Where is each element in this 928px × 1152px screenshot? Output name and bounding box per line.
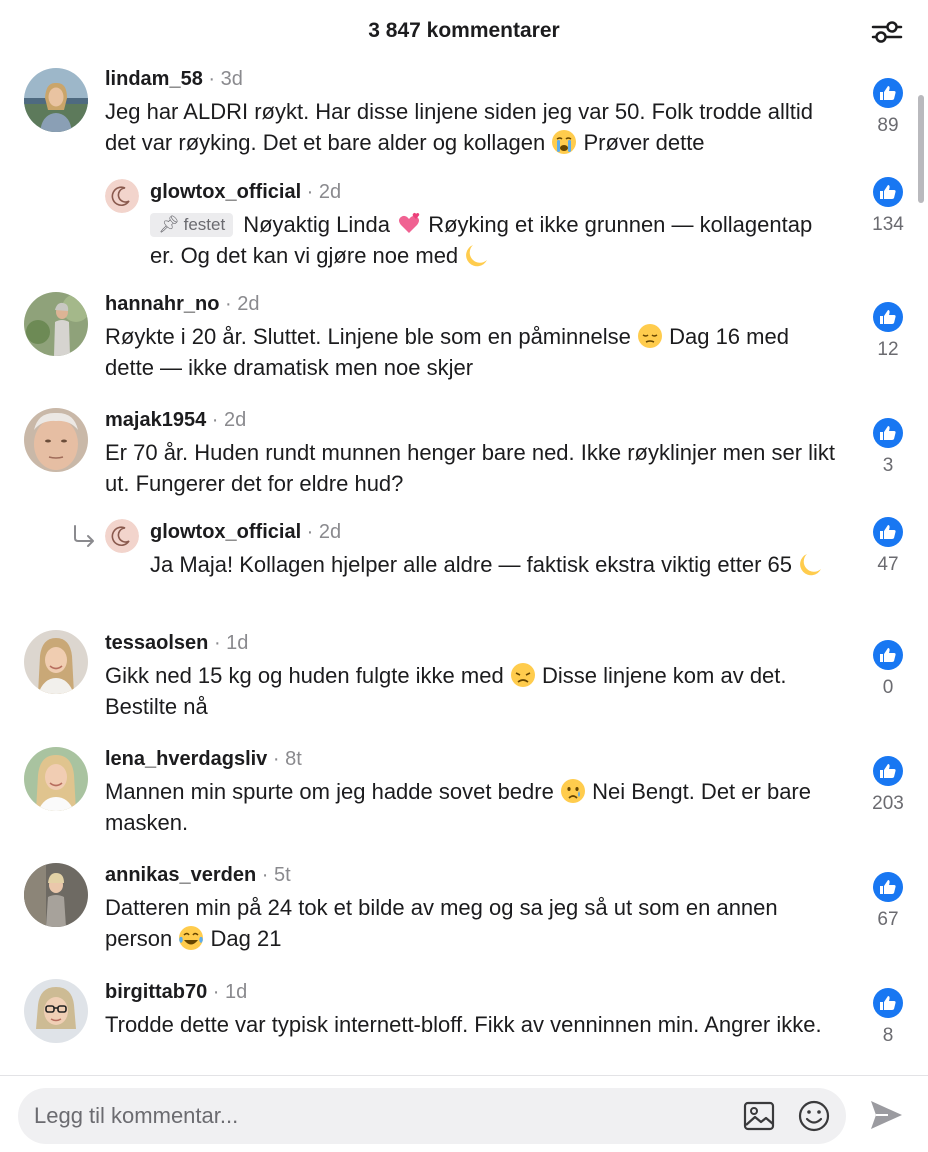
timestamp: 2d <box>318 521 342 543</box>
tears-of-joy-icon <box>179 926 204 950</box>
like-button[interactable]: 8 <box>872 988 904 1047</box>
like-button[interactable]: 203 <box>872 756 904 815</box>
crying-face-icon <box>552 130 577 154</box>
comments-count-title: 3 847 kommentarer <box>368 19 560 42</box>
timestamp: 1d <box>226 632 249 654</box>
avatar[interactable] <box>24 747 88 811</box>
timestamp: 5t <box>273 864 291 886</box>
comment-text: Trodde dette var typisk internett-bloff.… <box>105 1012 822 1037</box>
avatar[interactable] <box>24 292 88 356</box>
crescent-moon-icon <box>800 554 822 576</box>
username[interactable]: birgittab70 <box>105 981 207 1003</box>
comments-header: 3 847 kommentarer <box>0 0 928 62</box>
comment-input[interactable] <box>34 1088 734 1144</box>
thumbs-up-icon <box>880 880 896 894</box>
thumbs-up-icon <box>880 185 896 199</box>
timestamp: 2d <box>223 409 247 431</box>
comment-text: Røykte i 20 år. Sluttet. Linjene ble som… <box>105 324 789 380</box>
username[interactable]: glowtox_official <box>150 181 301 203</box>
like-count: 3 <box>882 455 894 476</box>
smiley-icon[interactable] <box>797 1099 831 1133</box>
thumbs-up-icon <box>880 996 896 1010</box>
like-count: 47 <box>877 554 899 575</box>
brand-avatar[interactable] <box>105 519 139 553</box>
like-count: 203 <box>872 793 904 814</box>
sliders-icon[interactable] <box>870 18 904 46</box>
thumbs-up-icon <box>880 648 896 662</box>
thumbs-up-icon <box>880 310 896 324</box>
thumbs-up-icon <box>880 426 896 440</box>
thumbs-up-icon <box>880 86 896 100</box>
timestamp: 8t <box>285 748 302 770</box>
comment-body: glowtox_official · 2d 📌︎ festet Nøyaktig L… <box>150 179 838 271</box>
timestamp: 2d <box>318 181 342 203</box>
like-count: 0 <box>882 677 894 698</box>
username[interactable]: lindam_58 <box>105 68 203 90</box>
composer-divider <box>0 1075 928 1076</box>
comment-body: tessaolsen · 1d Gikk ned 15 kg og huden … <box>105 630 838 722</box>
comment-text: 📌︎ festet Nøyaktig Linda Røyking et ikke g… <box>150 212 813 268</box>
like-count: 89 <box>877 115 899 136</box>
pinned-badge: 📌︎ festet <box>150 213 234 237</box>
avatar[interactable] <box>24 863 88 927</box>
thumbs-up-icon <box>880 764 896 778</box>
send-icon[interactable] <box>868 1098 904 1132</box>
crescent-moon-icon <box>466 245 488 267</box>
like-button[interactable]: 134 <box>872 177 904 236</box>
comment-text: Ja Maja! Kollagen hjelper alle aldre — f… <box>150 549 838 580</box>
comment-text: Jeg har ALDRI røykt. Har disse linjene s… <box>105 99 813 155</box>
avatar[interactable] <box>24 979 88 1043</box>
image-icon[interactable] <box>742 1100 776 1132</box>
avatar[interactable] <box>24 630 88 694</box>
reply-arrow-icon <box>70 523 98 549</box>
avatar[interactable] <box>24 68 88 132</box>
like-button[interactable]: 47 <box>872 517 904 576</box>
like-count: 8 <box>882 1025 894 1046</box>
disappointed-face-icon <box>510 663 535 687</box>
comment-body: lena_hverdagsliv · 8t Mannen min spurte … <box>105 746 838 838</box>
comment-composer <box>18 1088 846 1144</box>
username[interactable]: annikas_verden <box>105 864 256 886</box>
like-button[interactable]: 0 <box>872 640 904 699</box>
username[interactable]: glowtox_official <box>150 521 301 543</box>
username[interactable]: tessaolsen <box>105 632 208 654</box>
timestamp: 3d <box>220 68 243 90</box>
comment-text: Er 70 år. Huden rundt munnen henger bare… <box>105 440 836 496</box>
comment-body: hannahr_no · 2d Røykte i 20 år. Sluttet.… <box>105 291 838 383</box>
scrollbar[interactable] <box>918 95 924 203</box>
thumbs-up-icon <box>880 525 896 539</box>
like-button[interactable]: 89 <box>872 78 904 137</box>
comment-body: birgittab70 · 1d Trodde dette var typisk… <box>105 979 838 1040</box>
comment-body: glowtox_official · 2d Ja Maja! Kollagen … <box>150 519 838 580</box>
timestamp: 1d <box>225 981 248 1003</box>
comment-body: lindam_58 · 3d Jeg har ALDRI røykt. Har … <box>105 66 838 158</box>
username[interactable]: lena_hverdagsliv <box>105 748 267 770</box>
pensive-face-icon <box>637 324 662 348</box>
timestamp: 2d <box>237 293 260 315</box>
comment-text: Gikk ned 15 kg og huden fulgte ikke med … <box>105 663 787 719</box>
comment-body: majak1954 · 2d Er 70 år. Huden rundt mun… <box>105 407 838 499</box>
avatar[interactable] <box>24 408 88 472</box>
crying-tear-face-icon <box>560 779 585 803</box>
comment-text: Mannen min spurte om jeg hadde sovet bed… <box>105 779 811 835</box>
like-count: 12 <box>877 339 899 360</box>
comment-text: Datteren min på 24 tok et bilde av meg o… <box>105 895 778 951</box>
like-button[interactable]: 3 <box>872 418 904 477</box>
two-hearts-icon <box>399 212 420 233</box>
username[interactable]: majak1954 <box>105 409 206 431</box>
pin-icon: 📌︎ <box>158 215 180 234</box>
like-count: 134 <box>872 214 904 235</box>
comment-body: annikas_verden · 5t Datteren min på 24 t… <box>105 862 838 954</box>
like-button[interactable]: 12 <box>872 302 904 361</box>
like-count: 67 <box>877 909 899 930</box>
like-button[interactable]: 67 <box>872 872 904 931</box>
brand-avatar[interactable] <box>105 179 139 213</box>
username[interactable]: hannahr_no <box>105 293 219 315</box>
